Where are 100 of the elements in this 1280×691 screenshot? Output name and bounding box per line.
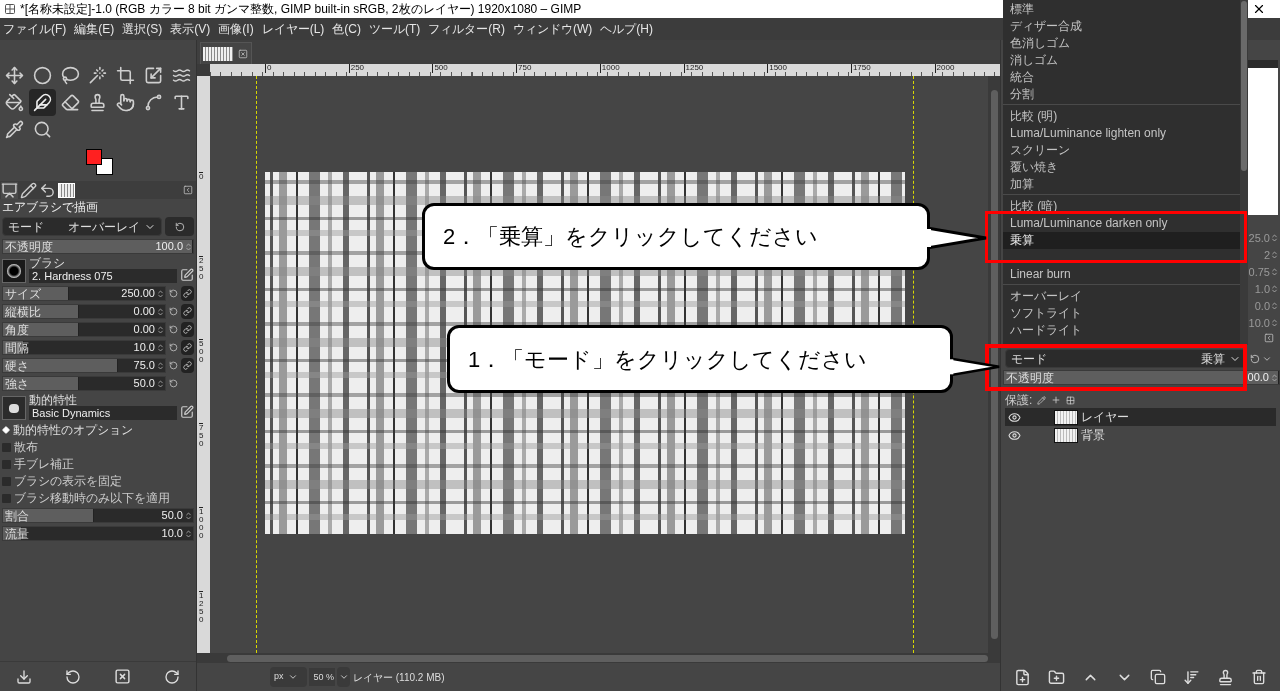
ruler-label: 1000 — [199, 506, 204, 540]
slider-label: 不透明度 — [4, 240, 53, 253]
spinner-value: 1.0 — [1254, 281, 1270, 297]
layer-name: レイヤー — [1081, 409, 1129, 426]
slider-label: 不透明度 — [1005, 371, 1054, 384]
slider[interactable]: 硬さ 75.0 — [2, 358, 166, 373]
slider-label: 強さ — [4, 377, 29, 390]
slider-label: 間隔 — [4, 341, 29, 354]
ruler-label: 750 — [199, 423, 204, 449]
menu-option[interactable]: Linear burn — [1003, 266, 1240, 283]
menu-option[interactable]: 統合 — [1003, 69, 1240, 86]
menu-option[interactable]: 色消しゴム — [1003, 35, 1240, 52]
menu-option[interactable]: 標準 — [1003, 1, 1240, 18]
slider-value: 100.0 — [155, 241, 184, 252]
menu-item[interactable]: ウィンドウ(W) — [513, 20, 593, 38]
slider-value: 50.0 — [133, 378, 156, 389]
menu-item[interactable]: ヘルプ(H) — [600, 20, 653, 38]
slider[interactable]: 割合 50.0 — [2, 508, 194, 523]
slider[interactable]: 角度 0.00 — [2, 322, 166, 337]
slider-value: 0.00 — [133, 324, 156, 335]
menu-option[interactable]: 加算 — [1003, 176, 1240, 193]
slider-value: 10.0 — [133, 342, 156, 353]
menu-item[interactable]: 編集(E) — [74, 20, 115, 38]
unit-dropdown[interactable]: px — [270, 667, 307, 687]
dynamics-label: 動的特性 — [29, 394, 78, 406]
layer-row[interactable]: レイヤー — [1005, 408, 1276, 426]
slider-value: 250.00 — [121, 288, 156, 299]
slider-value: 10.0 — [161, 528, 184, 539]
zoom-field[interactable]: 50 % — [309, 668, 335, 686]
callout-text: 2．「乗算」をクリックしてください — [443, 223, 819, 251]
slider[interactable]: 流量 10.0 — [2, 526, 194, 541]
ruler-label: 1500 — [767, 64, 787, 73]
menu-item[interactable]: 選択(S) — [122, 20, 163, 38]
ruler-label: 250 — [199, 255, 204, 281]
slider-label: 縦横比 — [4, 305, 41, 318]
ruler-label: 500 — [432, 64, 448, 73]
menu-item[interactable]: フィルター(R) — [428, 20, 505, 38]
slider-value: 0.00 — [133, 306, 156, 317]
menu-item[interactable]: ツール(T) — [369, 20, 421, 38]
slider[interactable]: サイズ 250.00 — [2, 286, 166, 301]
spinner-value: 25.0 — [1248, 230, 1270, 246]
menu-option[interactable]: ソフトライト — [1003, 305, 1240, 322]
menu-option[interactable]: スクリーン — [1003, 142, 1240, 159]
ruler-label: 250 — [348, 64, 365, 73]
tool-options-title: エアブラシで描画 — [2, 201, 99, 214]
spinner-value: 2 — [1263, 247, 1270, 263]
mode-dropdown[interactable]: モード オーバーレイ — [2, 217, 162, 236]
slider[interactable]: 不透明度 100.0 — [2, 239, 194, 254]
menu-item[interactable]: ファイル(F) — [3, 20, 67, 38]
menu-option[interactable]: ハードライト — [1003, 322, 1240, 339]
slider[interactable]: 強さ 50.0 — [2, 376, 166, 391]
brush-field[interactable]: 2. Hardness 075 — [29, 269, 177, 283]
callout-text: 1．「モード」をクリックしてください — [468, 345, 868, 374]
slider-label: 角度 — [4, 323, 29, 336]
layer-name: 背景 — [1081, 427, 1105, 444]
spinner-value: 0.0 — [1254, 298, 1270, 314]
status-text: レイヤー (110.2 MB) — [353, 670, 445, 685]
ruler-label: 1250 — [199, 590, 204, 624]
lock-label: 保護: — [1005, 392, 1033, 409]
slider-label: 硬さ — [4, 359, 29, 372]
brush-label: ブラシ — [29, 257, 66, 269]
spinner-value: 0.75 — [1248, 264, 1270, 280]
ruler-label: 750 — [516, 64, 532, 73]
menu-item[interactable]: 画像(I) — [218, 20, 254, 38]
ruler-label: 2000 — [934, 64, 955, 73]
slider[interactable]: 間隔 10.0 — [2, 340, 166, 355]
ruler-label: 1750 — [850, 64, 871, 73]
ruler-label: 1000 — [599, 64, 620, 73]
expander-label: 動的特性のオプション — [13, 422, 133, 439]
ruler-label: 500 — [199, 339, 204, 365]
slider[interactable]: 縦横比 0.00 — [2, 304, 166, 319]
menu-option[interactable]: オーバーレイ — [1003, 288, 1240, 305]
dynamics-field[interactable]: Basic Dynamics — [29, 406, 177, 420]
menu-item[interactable]: 色(C) — [332, 20, 361, 38]
ruler-label: 0 — [265, 64, 272, 73]
checkbox-label: ブラシの表示を固定 — [14, 473, 122, 490]
slider-label: サイズ — [4, 287, 41, 300]
slider-value: 75.0 — [133, 360, 156, 371]
slider-label: 流量 — [4, 527, 29, 540]
slider[interactable]: 不透明度 00.0 — [1003, 370, 1280, 385]
menu-option[interactable]: Luma/Luminance darken only — [1003, 215, 1240, 232]
checkbox-label: 散布 — [14, 439, 38, 456]
menu-option[interactable]: ディザー合成 — [1003, 18, 1240, 35]
menu-option[interactable]: 消しゴム — [1003, 52, 1240, 69]
ruler-label: 1250 — [683, 64, 704, 73]
slider-label: 割合 — [4, 509, 29, 522]
menu-option[interactable]: 乗算 — [1003, 232, 1240, 249]
checkbox-label: ブラシ移動時のみ以下を適用 — [14, 490, 170, 507]
menu-item[interactable]: レイヤー(L) — [261, 20, 325, 38]
window-title: *[名称未設定]-1.0 (RGB カラー 8 bit ガンマ整数, GIMP built-in sRGB, 2枚のレイヤー) 1920x1080 – GIMP — [20, 1, 582, 18]
menu-option[interactable]: 比較 (明) — [1003, 108, 1240, 125]
menu-item[interactable]: 表示(V) — [170, 20, 211, 38]
spinner-value: 10.0 — [1248, 315, 1270, 331]
slider-value: 50.0 — [161, 510, 184, 521]
layer-row[interactable]: 背景 — [1005, 426, 1276, 444]
slider-value: 00.0 — [1247, 372, 1270, 383]
menu-option[interactable]: 分割 — [1003, 86, 1240, 103]
checkbox-label: 手ブレ補正 — [14, 456, 74, 473]
menu-option[interactable]: 覆い焼き — [1003, 159, 1240, 176]
menu-option[interactable]: Luma/Luminance lighten only — [1003, 125, 1240, 142]
